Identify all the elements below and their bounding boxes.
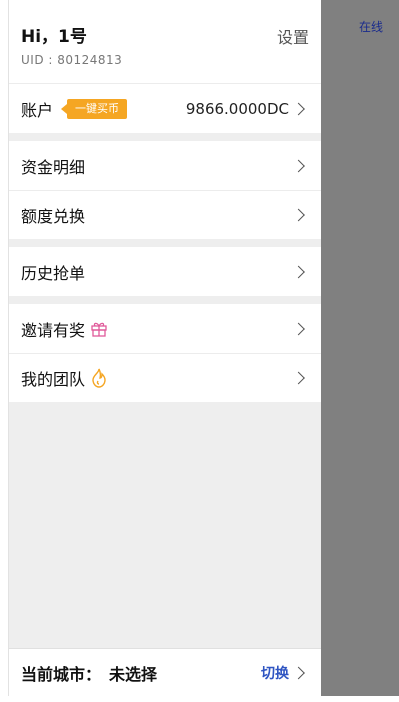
- invite-reward-label: 邀请有奖: [21, 320, 86, 340]
- menu-item-invite-reward[interactable]: 邀请有奖: [9, 304, 321, 353]
- quota-exchange-label: 额度兑换: [21, 207, 86, 226]
- chevron-right-icon: [292, 102, 305, 115]
- switch-city-button[interactable]: 切换: [261, 663, 289, 683]
- chevron-right-icon: [292, 666, 305, 679]
- chevron-right-icon: [292, 322, 305, 335]
- chevron-right-icon: [292, 159, 305, 172]
- city-footer: 当前城市： 未选择 切换: [9, 648, 321, 696]
- fund-details-label: 资金明细: [21, 157, 86, 177]
- settings-link[interactable]: 设置: [277, 24, 309, 48]
- chevron-right-icon: [292, 371, 305, 385]
- menu-item-quota-exchange[interactable]: 额度兑换: [9, 190, 321, 239]
- buy-coin-badge[interactable]: 一键买币: [67, 98, 128, 119]
- overlay-backdrop[interactable]: 在线: [320, 0, 399, 696]
- account-label: 账户: [21, 100, 54, 120]
- menu-item-history-orders[interactable]: 历史抢单: [9, 247, 321, 296]
- chevron-right-icon: [292, 208, 305, 222]
- divider: [9, 239, 321, 247]
- current-city-value: 未选择: [109, 664, 158, 684]
- online-status: 在线: [358, 20, 383, 34]
- user-id: UID : 80124813: [21, 53, 123, 67]
- account-row[interactable]: 账户 一键买币 9866.0000DC: [9, 84, 321, 133]
- current-city-label: 当前城市：: [21, 664, 102, 684]
- menu-item-my-team[interactable]: 我的团队: [9, 353, 321, 402]
- menu-item-fund-details[interactable]: 资金明细: [9, 141, 321, 190]
- profile-header: Hi，1号 UID : 80124813 设置: [9, 0, 321, 84]
- my-team-label: 我的团队: [21, 370, 86, 389]
- divider: [9, 133, 321, 141]
- gift-icon: [90, 320, 108, 338]
- chevron-right-icon: [292, 265, 305, 278]
- flame-icon: [90, 368, 108, 388]
- greeting: Hi，1号: [21, 27, 87, 47]
- account-balance: 9866.0000DC: [185, 99, 289, 118]
- empty-space: [9, 402, 321, 648]
- history-orders-label: 历史抢单: [21, 263, 86, 283]
- divider: [9, 296, 321, 304]
- side-drawer: Hi，1号 UID : 80124813 设置 账户 一键买币 9866.000…: [8, 0, 321, 696]
